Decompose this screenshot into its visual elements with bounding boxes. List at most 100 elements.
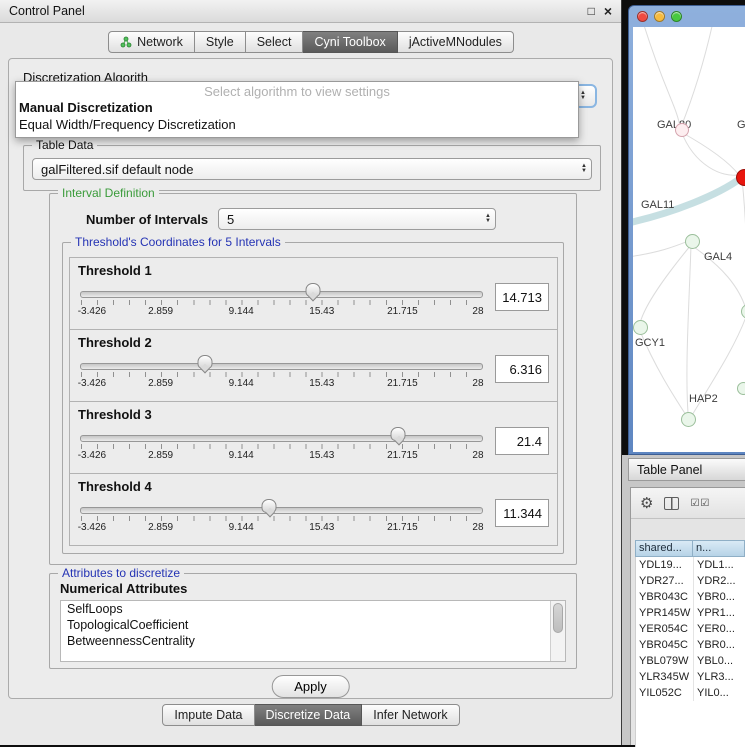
table-cell[interactable]: YIL052C bbox=[636, 685, 694, 701]
slider-tick-label: 21.715 bbox=[387, 450, 418, 461]
threshold-1-slider[interactable]: -3.4262.8599.14415.4321.71528 bbox=[80, 281, 483, 325]
threshold-3-slider[interactable]: -3.4262.8599.14415.4321.71528 bbox=[80, 425, 483, 469]
dropdown-option-manual-discretization[interactable]: Manual Discretization bbox=[16, 99, 578, 116]
slider-tick-label: 9.144 bbox=[229, 522, 254, 533]
table-cell[interactable]: YBR043C bbox=[636, 589, 694, 605]
table-row[interactable]: YER054CYER0... bbox=[636, 621, 745, 637]
table-cell[interactable]: YBR0... bbox=[694, 637, 745, 653]
tab-label: Cyni Toolbox bbox=[314, 35, 385, 49]
table-cell[interactable]: YPR145W bbox=[636, 605, 694, 621]
network-node[interactable] bbox=[681, 412, 696, 427]
table-cell[interactable]: YBR0... bbox=[694, 589, 745, 605]
threshold-2-value-field[interactable]: 6.316 bbox=[495, 355, 549, 383]
thresholds-coordinates-group: Threshold's Coordinates for 5 Intervals … bbox=[62, 242, 564, 554]
table-row[interactable]: YBR043CYBR0... bbox=[636, 589, 745, 605]
select-columns-icon[interactable]: ☑☑ bbox=[690, 498, 710, 509]
slider-tick-label: 15.43 bbox=[309, 306, 334, 317]
tab-network[interactable]: Network bbox=[108, 31, 195, 53]
tab-impute-data[interactable]: Impute Data bbox=[162, 704, 254, 726]
column-header-shared-name[interactable]: shared... bbox=[635, 540, 693, 557]
slider-thumb[interactable] bbox=[262, 499, 277, 513]
table-row[interactable]: YBR045CYBR0... bbox=[636, 637, 745, 653]
table-cell[interactable]: YDR27... bbox=[636, 573, 694, 589]
dropdown-placeholder: Select algorithm to view settings bbox=[16, 82, 578, 99]
table-row[interactable]: YDR27...YDR2... bbox=[636, 573, 745, 589]
slider-thumb[interactable] bbox=[391, 427, 406, 441]
threshold-2-label: Threshold 2 bbox=[78, 335, 152, 350]
threshold-3-panel: Threshold 3 -3.4262.8599.14415.4321.7152… bbox=[69, 401, 558, 474]
number-of-intervals-combo[interactable]: 5 ▲ ▼ bbox=[218, 208, 496, 230]
slider-tick-label: 9.144 bbox=[229, 306, 254, 317]
tab-label: Select bbox=[257, 35, 292, 49]
table-cell[interactable]: YDL1... bbox=[694, 557, 745, 573]
tab-select[interactable]: Select bbox=[246, 31, 304, 53]
column-header-name[interactable]: n... bbox=[693, 540, 745, 557]
network-canvas[interactable]: GAL80GAGAL11GAL4GCY1HAP2 bbox=[633, 27, 745, 452]
threshold-4-value-field[interactable]: 11.344 bbox=[495, 499, 549, 527]
tab-infer-network[interactable]: Infer Network bbox=[362, 704, 459, 726]
network-node[interactable] bbox=[675, 123, 689, 137]
columns-icon[interactable] bbox=[664, 497, 679, 510]
slider-tick-label: 9.144 bbox=[229, 378, 254, 389]
slider-tick-labels: -3.4262.8599.14415.4321.71528 bbox=[80, 522, 483, 534]
slider-track[interactable] bbox=[80, 507, 483, 514]
table-row[interactable]: YBL079WYBL0... bbox=[636, 653, 745, 669]
gear-icon[interactable]: ⚙ bbox=[640, 496, 653, 511]
attribute-list-item[interactable]: TopologicalCoefficient bbox=[61, 617, 565, 633]
number-of-intervals-value: 5 bbox=[227, 212, 485, 227]
tab-style[interactable]: Style bbox=[195, 31, 246, 53]
apply-button[interactable]: Apply bbox=[271, 675, 350, 698]
table-cell[interactable]: YBL0... bbox=[694, 653, 745, 669]
slider-tick-label: 2.859 bbox=[148, 450, 173, 461]
threshold-2-slider[interactable]: -3.4262.8599.14415.4321.71528 bbox=[80, 353, 483, 397]
tab-jactivemnodules[interactable]: jActiveMNodules bbox=[398, 31, 514, 53]
dropdown-option-equal-width-frequency[interactable]: Equal Width/Frequency Discretization bbox=[16, 116, 578, 133]
float-window-icon[interactable]: □ bbox=[588, 5, 595, 17]
table-row[interactable]: YDL19...YDL1... bbox=[636, 557, 745, 573]
network-node[interactable] bbox=[633, 320, 648, 335]
table-data-group: Table Data galFiltered.sif default node … bbox=[23, 145, 601, 191]
table-row[interactable]: YPR145WYPR1... bbox=[636, 605, 745, 621]
table-cell[interactable]: YBR045C bbox=[636, 637, 694, 653]
table-cell[interactable]: YDR2... bbox=[694, 573, 745, 589]
table-cell[interactable]: YER054C bbox=[636, 621, 694, 637]
slider-ticks bbox=[81, 372, 482, 377]
slider-track[interactable] bbox=[80, 435, 483, 442]
table-cell[interactable]: YIL0... bbox=[694, 685, 745, 701]
slider-thumb[interactable] bbox=[197, 355, 212, 369]
table-cell[interactable]: YPR1... bbox=[694, 605, 745, 621]
threshold-1-value-field[interactable]: 14.713 bbox=[495, 283, 549, 311]
threshold-3-value-field[interactable]: 21.4 bbox=[495, 427, 549, 455]
table-cell[interactable]: YBL079W bbox=[636, 653, 694, 669]
slider-tick-label: 28 bbox=[472, 378, 483, 389]
table-row[interactable]: YLR345WYLR3... bbox=[636, 669, 745, 685]
attribute-list-item[interactable]: BetweennessCentrality bbox=[61, 633, 565, 649]
close-traffic-light[interactable] bbox=[637, 11, 648, 22]
table-row[interactable]: YIL052CYIL0... bbox=[636, 685, 745, 701]
list-scrollbar[interactable] bbox=[550, 601, 565, 661]
table-cell[interactable]: YLR3... bbox=[694, 669, 745, 685]
zoom-traffic-light[interactable] bbox=[671, 11, 682, 22]
table-cell[interactable]: YLR345W bbox=[636, 669, 694, 685]
table-cell[interactable]: YDL19... bbox=[636, 557, 694, 573]
slider-track[interactable] bbox=[80, 291, 483, 298]
close-icon[interactable]: × bbox=[604, 5, 612, 17]
slider-tick-label: 21.715 bbox=[387, 378, 418, 389]
minimize-traffic-light[interactable] bbox=[654, 11, 665, 22]
table-cell[interactable]: YER0... bbox=[694, 621, 745, 637]
slider-tick-label: -3.426 bbox=[78, 450, 106, 461]
threshold-2-panel: Threshold 2 -3.4262.8599.14415.4321.7152… bbox=[69, 329, 558, 402]
network-node[interactable] bbox=[737, 382, 745, 395]
slider-thumb[interactable] bbox=[305, 283, 320, 297]
threshold-3-label: Threshold 3 bbox=[78, 407, 152, 422]
scrollbar-thumb[interactable] bbox=[553, 603, 563, 633]
attribute-list-item[interactable]: SelfLoops bbox=[61, 601, 565, 617]
table-panel-window: ⚙ ☑☑ shared... n... YDL19...YDL1...YDR27… bbox=[630, 487, 745, 745]
threshold-4-slider[interactable]: -3.4262.8599.14415.4321.71528 bbox=[80, 497, 483, 541]
network-node[interactable] bbox=[685, 234, 700, 249]
tab-discretize-data[interactable]: Discretize Data bbox=[255, 704, 363, 726]
table-data-combo[interactable]: galFiltered.sif default node ▲ ▼ bbox=[32, 158, 592, 180]
slider-track[interactable] bbox=[80, 363, 483, 370]
tab-cyni-toolbox[interactable]: Cyni Toolbox bbox=[303, 31, 397, 53]
table-panel-title: Table Panel bbox=[637, 463, 702, 477]
